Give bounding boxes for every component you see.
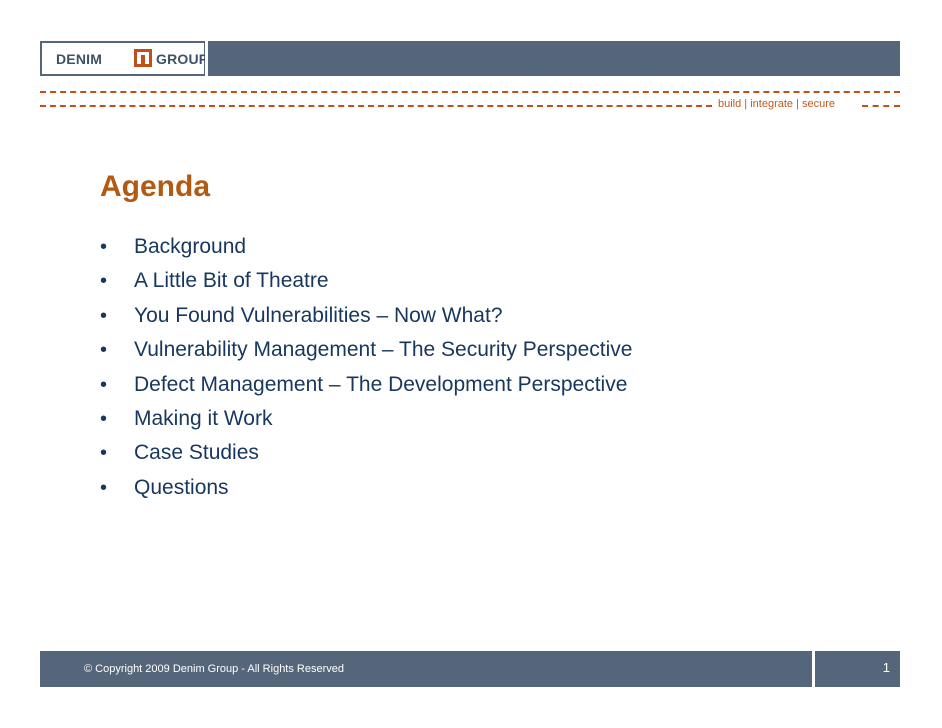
dashed-rule-top [40, 91, 900, 93]
copyright-text: © Copyright 2009 Denim Group - All Right… [84, 663, 344, 675]
list-item: • Vulnerability Management – The Security… [100, 336, 632, 370]
bullet-icon: • [100, 304, 108, 327]
dashed-rule-right [862, 105, 900, 107]
slide-title: Agenda [100, 170, 211, 203]
list-item-text: A Little Bit of Theatre [134, 269, 329, 293]
bullet-icon: • [100, 270, 108, 293]
list-item-text: Questions [134, 475, 229, 499]
list-item-text: You Found Vulnerabilities – Now What? [134, 303, 503, 327]
list-item: • Background [100, 233, 632, 267]
bullet-icon: • [100, 407, 108, 430]
list-item: • Making it Work [100, 405, 632, 439]
list-item-text: Defect Management – The Development Pers… [134, 372, 628, 396]
tagline: build | integrate | secure [718, 98, 836, 110]
list-item-text: Vulnerability Management – The Security … [134, 338, 633, 362]
bullet-icon: • [100, 442, 108, 465]
agenda-list: • Background • A Little Bit of Theatre • Yo… [100, 233, 632, 508]
page-number: 1 [882, 660, 890, 675]
denim-group-logo: DENIM GROUP [42, 43, 208, 74]
list-item: • Case Studies [100, 439, 632, 473]
logo-text-group: GROUP [156, 51, 209, 67]
logo-text-denim: DENIM [56, 51, 103, 67]
list-item: • You Found Vulnerabilities – Now What? [100, 302, 632, 336]
header-divider [205, 41, 208, 76]
bullet-icon: • [100, 373, 108, 396]
bullet-icon: • [100, 476, 108, 499]
logo-mark-icon [134, 49, 152, 67]
list-item-text: Case Studies [134, 441, 259, 465]
footer-divider [812, 651, 815, 687]
list-item: • A Little Bit of Theatre [100, 267, 632, 301]
bullet-icon: • [100, 236, 108, 258]
list-item-text: Making it Work [134, 406, 273, 430]
list-item: • Defect Management – The Development Per… [100, 371, 632, 405]
dashed-rule-left [40, 105, 712, 107]
list-item-text: Background [134, 235, 247, 258]
list-item: • Questions [100, 474, 632, 508]
bullet-icon: • [100, 339, 108, 362]
